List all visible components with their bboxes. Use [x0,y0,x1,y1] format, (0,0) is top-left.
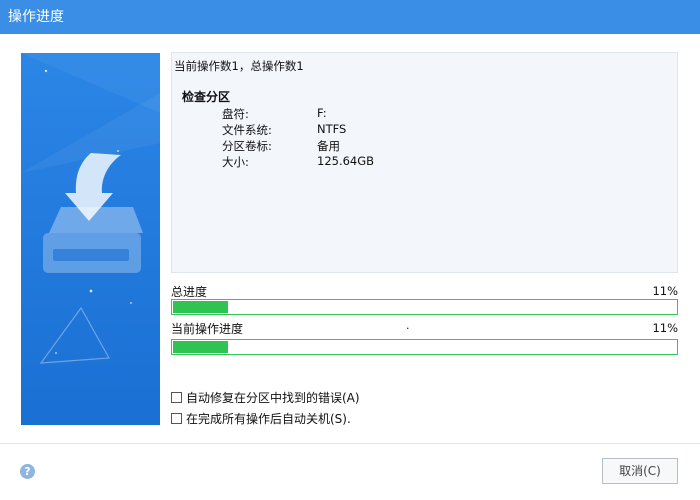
size-label: 大小: [222,155,249,169]
question-circle-icon[interactable]: ? [20,464,35,479]
auto-fix-checkbox[interactable] [171,391,182,403]
size-value: 125.64GB [317,154,375,168]
footer-divider [0,443,700,444]
download-drive-illustration [21,53,160,364]
filesystem-label: 文件系统: [222,123,272,137]
total-progress-percent: 11% [652,284,678,298]
side-illustration [21,53,160,425]
auto-shutdown-option[interactable]: 在完成所有操作后自动关机(S). [171,410,351,426]
auto-shutdown-checkbox[interactable] [171,412,182,424]
auto-fix-label: 自动修复在分区中找到的错误(A) [186,390,360,405]
operation-info-panel: 当前操作数1，总操作数1 检查分区 盘符: F: 文件系统: NTFS 分区卷标… [171,52,678,273]
dialog-body: 当前操作数1，总操作数1 检查分区 盘符: F: 文件系统: NTFS 分区卷标… [0,34,700,500]
filesystem-value: NTFS [317,122,347,136]
window-titlebar: 操作进度 [0,0,700,34]
operation-count-text: 当前操作数1，总操作数1 [174,59,304,73]
current-progress-mark: . [406,319,410,332]
cancel-button[interactable]: 取消(C) [602,458,678,484]
current-progress-bar [171,339,678,355]
current-progress-percent: 11% [652,321,678,335]
window-title: 操作进度 [8,9,64,25]
current-progress-fill [173,341,228,353]
auto-fix-option[interactable]: 自动修复在分区中找到的错误(A) [171,389,360,405]
total-progress-fill [173,301,228,313]
current-progress-label: 当前操作进度 [171,322,244,336]
total-progress-bar [171,299,678,315]
total-progress-label: 总进度 [171,285,208,299]
volume-label-value: 备用 [317,139,340,153]
drive-letter-label: 盘符: [222,107,249,121]
operation-heading: 检查分区 [182,90,231,104]
auto-shutdown-label: 在完成所有操作后自动关机(S). [186,411,351,426]
volume-label-label: 分区卷标: [222,139,272,153]
drive-letter-value: F: [317,106,327,120]
